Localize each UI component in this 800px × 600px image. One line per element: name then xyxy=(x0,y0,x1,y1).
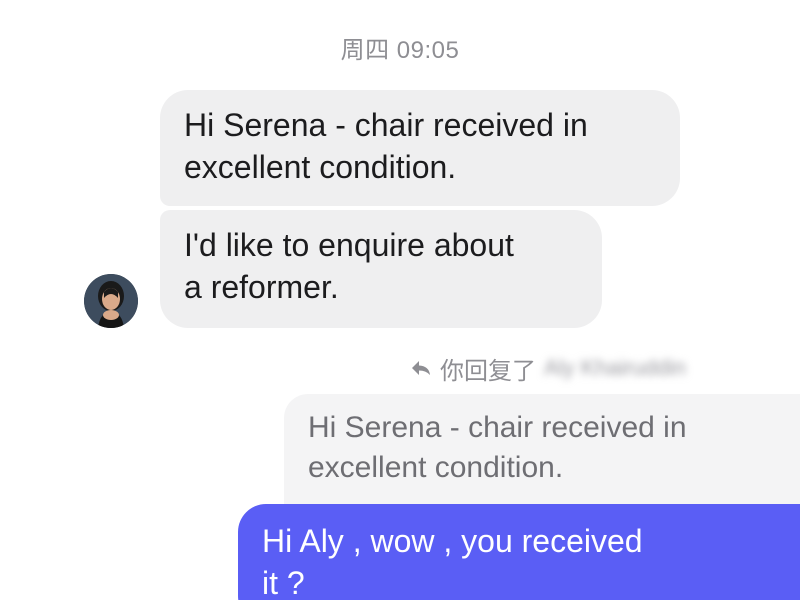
incoming-message-bubble[interactable]: Hi Serena - chair received in excellent … xyxy=(160,90,680,206)
reply-label: 你回复了 xyxy=(440,357,536,385)
reply-arrow-icon xyxy=(412,361,430,375)
contact-avatar[interactable] xyxy=(84,274,138,328)
reply-indicator: 你回复了 Aly Khairuddin xyxy=(410,352,686,385)
quoted-message[interactable]: Hi Serena - chair received in excellent … xyxy=(284,394,800,504)
outgoing-message-bubble[interactable]: Hi Aly , wow , you received it ? xyxy=(238,504,800,600)
chat-screen: 周四 09:05 Hi Serena - chair received in e… xyxy=(0,0,800,600)
reply-recipient-name: Aly Khairuddin xyxy=(544,355,686,380)
incoming-message-bubble[interactable]: I'd like to enquire about a reformer. xyxy=(160,210,602,328)
avatar-image xyxy=(84,274,138,328)
message-timestamp: 周四 09:05 xyxy=(340,37,460,64)
